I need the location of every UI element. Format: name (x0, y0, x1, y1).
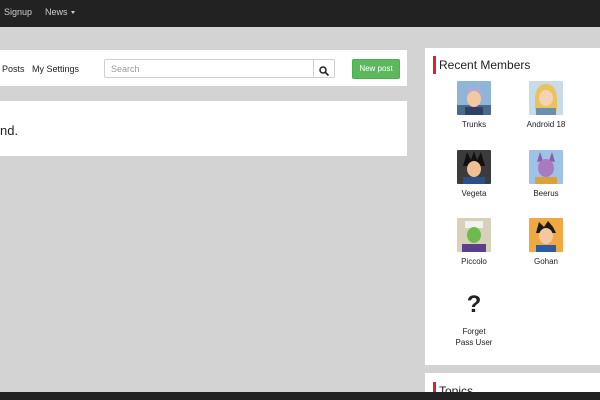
gohan-avatar-icon (529, 218, 563, 252)
member-name: Piccolo (461, 257, 487, 266)
nav-signup-link[interactable]: Signup (4, 0, 32, 27)
trunks-avatar-icon (457, 81, 491, 115)
new-post-button[interactable]: New post (352, 59, 400, 79)
member-name: Vegeta (461, 189, 487, 198)
recent-members-title: Recent Members (433, 56, 530, 74)
unknown-avatar-icon: ? (466, 291, 482, 318)
top-navbar: Signup News (0, 0, 600, 27)
nav-news-label: News (45, 7, 68, 17)
my-settings-link[interactable]: My Settings (32, 64, 79, 74)
caret-down-icon (70, 11, 75, 15)
member-trunks[interactable]: Trunks (442, 81, 506, 130)
posts-toolbar: Posts My Settings (0, 50, 407, 86)
member-name: Forget Pass User (455, 327, 493, 347)
nav-news-dropdown[interactable]: News (45, 0, 75, 27)
member-gohan[interactable]: Gohan (514, 218, 578, 267)
member-piccolo[interactable]: Piccolo (442, 218, 506, 267)
content-panel: nd. (0, 101, 407, 156)
member-forget-pass-user[interactable]: ? Forget Pass User (442, 288, 506, 348)
member-name: Gohan (533, 257, 559, 266)
piccolo-avatar-icon (457, 218, 491, 252)
member-android-18[interactable]: Android 18 (514, 81, 578, 130)
search-icon (319, 65, 329, 76)
vegeta-avatar-icon (457, 150, 491, 184)
recent-members-panel: Recent Members Trunks Android 18 Vegeta (425, 48, 600, 365)
posts-link[interactable]: Posts (2, 64, 25, 74)
beerus-avatar-icon (529, 150, 563, 184)
content-message: nd. (0, 123, 19, 138)
member-name: Beerus (533, 189, 559, 198)
android-18-avatar-icon (529, 81, 563, 115)
search-button[interactable] (313, 59, 335, 78)
search-input[interactable] (104, 59, 314, 78)
member-name: Trunks (461, 120, 487, 129)
member-beerus[interactable]: Beerus (514, 150, 578, 199)
member-name: Android 18 (526, 120, 566, 129)
member-vegeta[interactable]: Vegeta (442, 150, 506, 199)
footer-bar (0, 392, 600, 400)
